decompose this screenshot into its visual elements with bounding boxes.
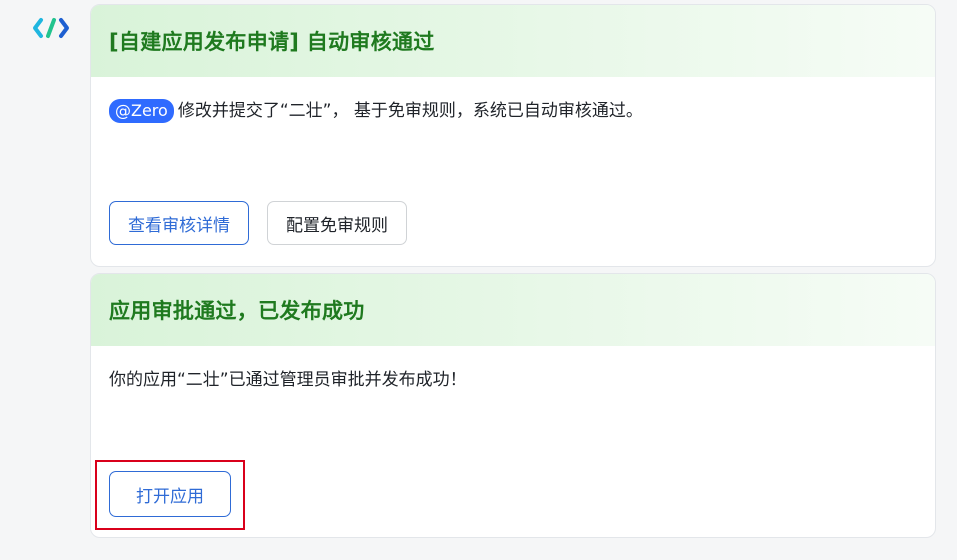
card-body: @Zero 修改并提交了“二壮”， 基于免审规则，系统已自动审核通过。 bbox=[91, 77, 935, 125]
card-title: [自建应用发布申请] 自动审核通过 bbox=[109, 30, 435, 54]
card-actions: 打开应用 bbox=[109, 471, 231, 517]
card-header: 应用审批通过，已发布成功 bbox=[91, 274, 935, 346]
app-logo-icon bbox=[32, 14, 70, 42]
card-message: 修改并提交了“二壮”， 基于免审规则，系统已自动审核通过。 bbox=[177, 101, 643, 121]
view-review-details-button[interactable]: 查看审核详情 bbox=[109, 201, 249, 245]
publish-success-card: 应用审批通过，已发布成功 你的应用“二壮”已通过管理员审批并发布成功！ 打开应用 bbox=[90, 273, 936, 538]
configure-exemption-rules-button[interactable]: 配置免审规则 bbox=[267, 201, 407, 245]
auto-approval-card: [自建应用发布申请] 自动审核通过 @Zero 修改并提交了“二壮”， 基于免审规… bbox=[90, 4, 936, 267]
card-message: 你的应用“二壮”已通过管理员审批并发布成功！ bbox=[109, 370, 467, 390]
card-body: 你的应用“二壮”已通过管理员审批并发布成功！ bbox=[91, 346, 935, 394]
card-actions: 查看审核详情 配置免审规则 bbox=[109, 201, 407, 245]
user-mention[interactable]: @Zero bbox=[109, 99, 174, 123]
card-header: [自建应用发布申请] 自动审核通过 bbox=[91, 5, 935, 77]
open-app-button[interactable]: 打开应用 bbox=[109, 471, 231, 517]
card-title: 应用审批通过，已发布成功 bbox=[109, 299, 365, 323]
